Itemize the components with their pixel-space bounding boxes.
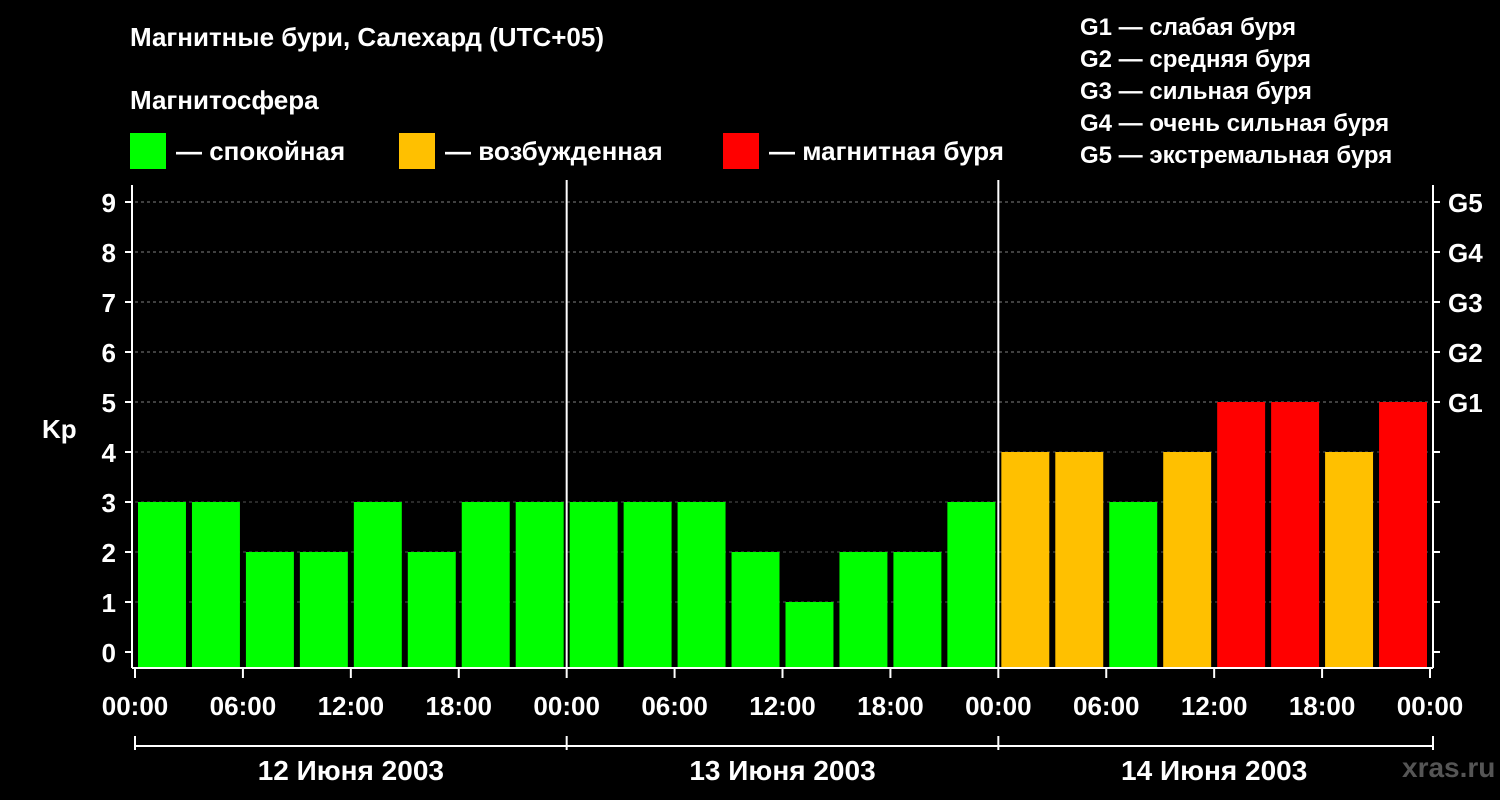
kp-bar: [785, 602, 834, 668]
x-tick-label: 12:00: [1181, 691, 1248, 721]
x-tick-label: 00:00: [965, 691, 1032, 721]
kp-bar: [839, 552, 888, 668]
g-tick-label: G3: [1448, 288, 1483, 318]
kp-bar: [1109, 502, 1158, 668]
y-axis-label: Kp: [42, 414, 77, 444]
x-tick-label: 00:00: [1397, 691, 1464, 721]
x-tick-label: 06:00: [641, 691, 708, 721]
y-tick-label: 1: [102, 588, 116, 618]
kp-chart: 0 1 2 3 4 5 6 7 8 9 G1 G2 G3 G4 G5 Kp 00:00 06:00 12:00 18:…: [42, 180, 1483, 786]
kp-bar: [353, 502, 402, 668]
kp-bar: [947, 502, 996, 668]
kp-bar: [1217, 402, 1266, 668]
kp-bar: [407, 552, 456, 668]
x-tick-label: 12:00: [749, 691, 816, 721]
y-tick-label: 7: [102, 288, 116, 318]
day-label: 12 Июня 2003: [258, 755, 444, 786]
x-tick-label: 12:00: [318, 691, 385, 721]
y-tick-label: 6: [102, 338, 116, 368]
y-tick-label: 4: [102, 438, 117, 468]
y-tick-label: 8: [102, 238, 116, 268]
kp-bar: [1163, 452, 1212, 668]
x-tick-label: 18:00: [426, 691, 493, 721]
y-tick-label: 3: [102, 488, 116, 518]
kp-bar: [461, 502, 510, 668]
g-tick-label: G2: [1448, 338, 1483, 368]
y-tick-label: 2: [102, 538, 116, 568]
kp-bar: [245, 552, 294, 668]
x-tick-label: 06:00: [1073, 691, 1140, 721]
day-label: 13 Июня 2003: [689, 755, 875, 786]
g-tick-label: G1: [1448, 388, 1483, 418]
day-label: 14 Июня 2003: [1121, 755, 1307, 786]
kp-bar: [1055, 452, 1104, 668]
kp-bar: [1325, 452, 1374, 668]
x-tick-label: 00:00: [533, 691, 600, 721]
g-tick-label: G5: [1448, 188, 1483, 218]
kp-bar: [893, 552, 942, 668]
kp-bar: [1379, 402, 1427, 668]
kp-bar: [569, 502, 618, 668]
y-tick-label: 9: [102, 188, 116, 218]
kp-bar: [515, 502, 564, 668]
kp-bar: [299, 552, 348, 668]
kp-bar: [731, 552, 780, 668]
kp-bar: [138, 502, 186, 668]
kp-bar: [1001, 452, 1050, 668]
x-tick-label: 18:00: [857, 691, 924, 721]
x-tick-label: 00:00: [102, 691, 169, 721]
kp-bar: [677, 502, 726, 668]
x-tick-label: 18:00: [1289, 691, 1356, 721]
kp-bar: [623, 502, 672, 668]
kp-bar: [1271, 402, 1320, 668]
x-tick-label: 06:00: [210, 691, 277, 721]
y-tick-label: 5: [102, 388, 116, 418]
kp-bar: [191, 502, 240, 668]
watermark: xras.ru: [1402, 752, 1496, 783]
y-tick-label: 0: [102, 638, 116, 668]
g-tick-label: G4: [1448, 238, 1483, 268]
